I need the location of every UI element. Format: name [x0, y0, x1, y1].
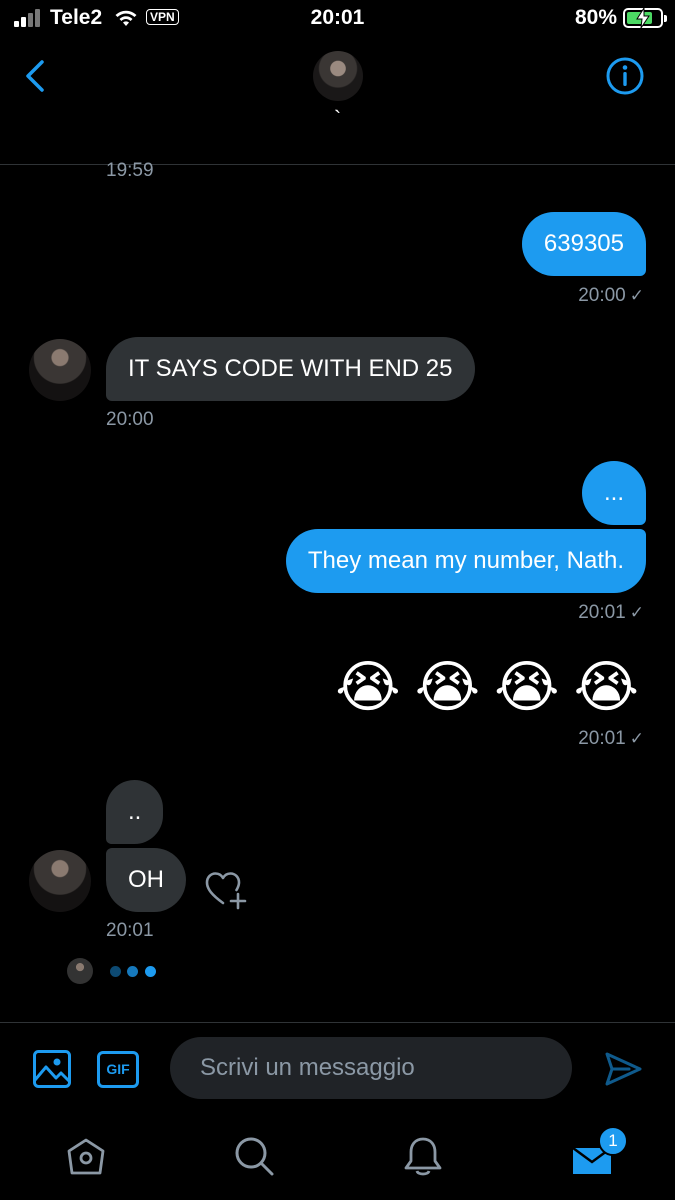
- message-composer: GIF: [0, 1022, 675, 1112]
- received-message-bubble[interactable]: ..: [106, 780, 164, 844]
- search-icon[interactable]: [232, 1134, 276, 1178]
- emoji-message[interactable]: 😭😭😭😭: [335, 655, 653, 719]
- back-arrow-icon[interactable]: [22, 58, 52, 94]
- message-timestamp: 20:01 ✓: [578, 728, 644, 749]
- status-bar: Tele2 VPN 20:01 80%: [0, 0, 675, 40]
- unread-badge: 1: [598, 1126, 628, 1156]
- send-icon[interactable]: [603, 1049, 643, 1089]
- typing-avatar: [67, 958, 93, 984]
- sender-avatar[interactable]: [29, 850, 91, 912]
- contact-name[interactable]: `: [0, 106, 675, 132]
- message-input[interactable]: [170, 1037, 572, 1099]
- sent-check-icon: ✓: [629, 603, 644, 622]
- message-timestamp: 20:01 ✓: [578, 602, 644, 623]
- heart-plus-icon[interactable]: [204, 870, 248, 910]
- sent-check-icon: ✓: [629, 729, 644, 748]
- sent-message-bubble[interactable]: ...: [581, 461, 646, 525]
- gif-icon[interactable]: GIF: [97, 1051, 139, 1088]
- sent-check-icon: ✓: [629, 286, 644, 305]
- sender-avatar[interactable]: [29, 339, 91, 401]
- info-icon[interactable]: [605, 56, 645, 96]
- received-message-bubble[interactable]: IT SAYS CODE WITH END 25: [106, 337, 475, 401]
- tab-bar: [0, 1112, 675, 1200]
- sent-message-bubble[interactable]: 639305: [521, 212, 646, 276]
- message-timestamp: 20:00 ✓: [578, 285, 644, 306]
- battery-percentage: 80%: [574, 6, 617, 29]
- battery-icon: [623, 8, 667, 28]
- conversation-header: `: [0, 40, 675, 165]
- bell-icon[interactable]: [401, 1134, 445, 1178]
- clock: 20:01: [310, 6, 365, 29]
- home-icon[interactable]: [64, 1134, 108, 1178]
- charging-bolt-icon: [636, 8, 650, 28]
- sent-message-bubble[interactable]: They mean my number, Nath.: [285, 529, 646, 593]
- received-message-bubble[interactable]: OH: [106, 848, 186, 912]
- image-icon[interactable]: [32, 1049, 72, 1089]
- contact-avatar[interactable]: [313, 51, 363, 101]
- message-timestamp: 20:01: [106, 920, 154, 941]
- message-timestamp: 19:59: [106, 160, 154, 181]
- message-timestamp: 20:00: [106, 409, 154, 430]
